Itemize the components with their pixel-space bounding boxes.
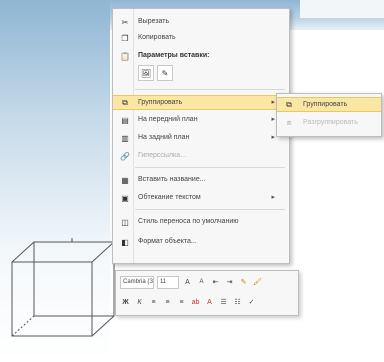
- menu-item-label: На передний план: [138, 116, 198, 123]
- menu-separator: [135, 209, 285, 210]
- menu-separator: [135, 167, 285, 168]
- menu-item-label: Обтекание текстом: [138, 194, 201, 201]
- increase-indent-icon[interactable]: ⇥: [224, 277, 235, 288]
- default-style-icon: ◫: [121, 217, 129, 227]
- submenu-item-group[interactable]: ⧉ Группировать: [277, 97, 381, 112]
- menu-item-bring-front[interactable]: ▤ На передний план ▸: [113, 113, 289, 127]
- menu-item-hyperlink: 🔗 Гиперссылка...: [113, 149, 289, 163]
- hyperlink-icon: 🔗: [120, 151, 130, 161]
- menu-item-label: Копировать: [138, 34, 176, 41]
- menu-item-copy[interactable]: ❐ Копировать: [113, 31, 289, 45]
- align-right-icon[interactable]: ≡: [176, 297, 187, 308]
- font-color-icon[interactable]: A: [204, 297, 215, 308]
- menu-item-label: Группировать: [138, 99, 183, 106]
- menu-item-label: Вырезать: [138, 18, 170, 25]
- menu-item-label: Вставить название...: [138, 176, 206, 183]
- decrease-indent-icon[interactable]: ⇤: [210, 277, 221, 288]
- submenu-item-label: Разгруппировать: [303, 119, 358, 126]
- menu-separator: [135, 89, 285, 90]
- send-back-icon: ▥: [121, 133, 129, 143]
- paste-text-only-button[interactable]: ✎: [157, 65, 173, 81]
- cube-drawing[interactable]: [4, 234, 124, 344]
- highlight-icon[interactable]: ab: [190, 297, 201, 308]
- document-area-top: [300, 0, 384, 18]
- format-painter-icon[interactable]: 🖌: [252, 277, 263, 288]
- mini-toolbar-row-1: Cambria (З 11 A A ⇤ ⇥ ✎ 🖌: [120, 274, 263, 290]
- paste-icon: 📋: [120, 51, 130, 61]
- menu-item-paste-options: 📋 Параметры вставки:: [113, 49, 289, 63]
- menu-item-insert-caption[interactable]: ▦ Вставить название...: [113, 173, 289, 187]
- bring-front-icon: ▤: [121, 115, 129, 125]
- group-icon: ⧉: [122, 98, 128, 107]
- grow-font-icon[interactable]: A: [182, 277, 193, 288]
- submenu-arrow-icon: ▸: [271, 99, 275, 106]
- paste-options-row: 🖼 ✎: [138, 65, 173, 81]
- cut-icon: ✂: [121, 17, 129, 27]
- bullets-icon[interactable]: ☰: [218, 297, 229, 308]
- mini-toolbar-row-2: Ж К ≡ ≡ ≡ ab A ☰ ☷ ✓: [120, 294, 257, 310]
- submenu-arrow-icon: ▸: [271, 194, 275, 201]
- menu-item-format-object[interactable]: ◧ Формат объекта...: [113, 235, 289, 249]
- menu-item-label: Параметры вставки:: [138, 52, 210, 59]
- paste-keep-format-button[interactable]: 🖼: [138, 65, 154, 81]
- format-object-icon: ◧: [121, 237, 129, 247]
- menu-item-label: Формат объекта...: [138, 238, 197, 245]
- styles-icon[interactable]: ✎: [238, 277, 249, 288]
- copy-icon: ❐: [121, 33, 129, 43]
- menu-item-wrap-text[interactable]: ▣ Обтекание текстом ▸: [113, 191, 289, 205]
- caption-icon: ▦: [121, 175, 129, 185]
- menu-item-group[interactable]: ⧉ Группировать ▸: [113, 95, 289, 110]
- submenu-item-ungroup: ⧈ Разгруппировать: [277, 116, 381, 130]
- font-size-select[interactable]: 11: [157, 275, 179, 289]
- mini-toolbar: Cambria (З 11 A A ⇤ ⇥ ✎ 🖌 Ж К ≡ ≡ ≡ ab A…: [115, 270, 299, 316]
- italic-icon[interactable]: К: [134, 297, 145, 308]
- menu-item-send-back[interactable]: ▥ На задний план ▸: [113, 131, 289, 145]
- menu-item-label: На задний план: [138, 134, 190, 141]
- paste-picture-icon: 🖼: [140, 68, 152, 78]
- menu-item-label: Гиперссылка...: [138, 152, 186, 159]
- submenu-arrow-icon: ▸: [271, 134, 275, 141]
- align-left-icon[interactable]: ≡: [148, 297, 159, 308]
- wrap-text-icon: ▣: [121, 193, 129, 203]
- shrink-font-icon[interactable]: A: [196, 277, 207, 288]
- bold-icon[interactable]: Ж: [120, 297, 131, 308]
- submenu-arrow-icon: ▸: [271, 116, 275, 123]
- context-menu: ✂ Вырезать ❐ Копировать 📋 Параметры вста…: [112, 8, 290, 264]
- submenu-item-label: Группировать: [303, 101, 348, 108]
- paste-link-icon: ✎: [161, 68, 169, 78]
- group-submenu: ⧉ Группировать ⧈ Разгруппировать: [276, 93, 382, 137]
- menu-item-cut[interactable]: ✂ Вырезать: [113, 15, 289, 29]
- format-painter-small-icon[interactable]: ✓: [246, 297, 257, 308]
- font-name-select[interactable]: Cambria (З: [120, 275, 154, 289]
- menu-item-label: Стиль переноса по умолчанию: [138, 218, 239, 225]
- group-icon: ⧉: [286, 100, 292, 109]
- ungroup-icon: ⧈: [286, 118, 292, 127]
- menu-item-default-style[interactable]: ◫ Стиль переноса по умолчанию: [113, 215, 289, 229]
- numbering-icon[interactable]: ☷: [232, 297, 243, 308]
- align-center-icon[interactable]: ≡: [162, 297, 173, 308]
